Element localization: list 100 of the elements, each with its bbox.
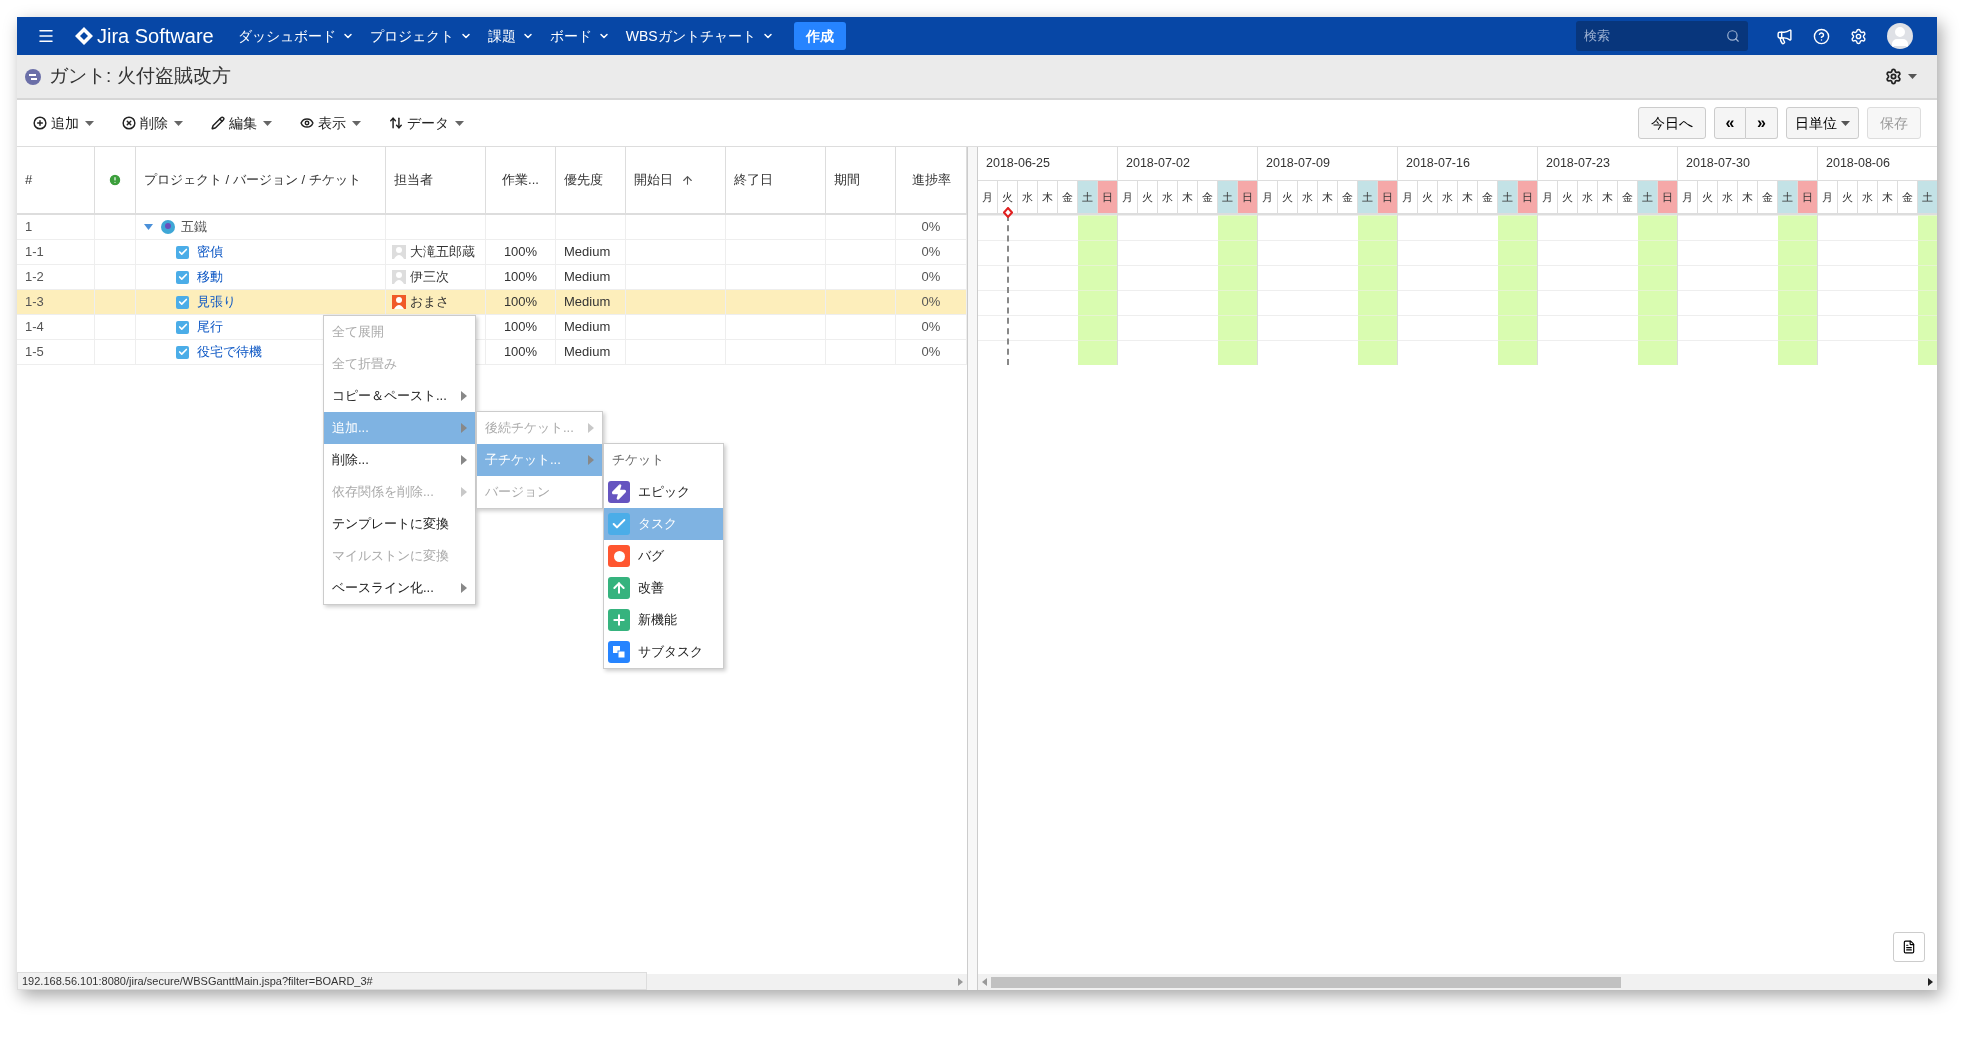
day-header: 日	[1378, 181, 1398, 213]
today-button[interactable]: 今日へ	[1638, 107, 1706, 139]
assignee-name: おまさ	[410, 293, 449, 311]
task-icon	[176, 345, 189, 359]
megaphone-icon[interactable]	[1776, 27, 1793, 45]
column-header[interactable]: 期間	[834, 170, 860, 190]
menu-item[interactable]: ベースライン化...	[324, 572, 475, 604]
collapse-toggle-icon[interactable]	[144, 224, 153, 230]
nav-menu[interactable]: 課題	[479, 25, 542, 47]
menu-item[interactable]: 新機能	[604, 604, 723, 636]
ticket-link[interactable]: 見張り	[197, 292, 236, 312]
lightning-icon	[608, 481, 630, 503]
column-header[interactable]: 作業...	[502, 170, 539, 190]
column-header[interactable]: 終了日	[734, 170, 773, 190]
search-field[interactable]: 検索	[1576, 21, 1748, 51]
search-icon	[1726, 29, 1740, 43]
toolbar-menu-button[interactable]: 編集	[211, 112, 272, 134]
priority-text: Medium	[564, 243, 611, 262]
table-row[interactable]: 1-2 移動 伊三次 100% Medium 0%	[17, 265, 967, 290]
x-circle-icon	[122, 116, 136, 130]
scroll-right-arrow-icon[interactable]	[1928, 978, 1933, 986]
day-header: 土	[1918, 181, 1937, 213]
day-header: 土	[1498, 181, 1518, 213]
column-header[interactable]: 開始日	[634, 170, 673, 190]
menu-icon[interactable]	[37, 27, 55, 45]
row-number: 1-4	[25, 318, 44, 337]
nav-menu[interactable]: WBSガントチャート	[617, 25, 782, 47]
caret-icon	[174, 120, 183, 126]
toolbar-menu-button[interactable]: 表示	[300, 112, 361, 134]
toolbar-menu-button[interactable]: 削除	[122, 112, 183, 134]
week-date: 2018-08-06	[1826, 155, 1890, 173]
column-header[interactable]: 優先度	[564, 170, 603, 190]
project-name[interactable]: 五鐵	[181, 217, 207, 237]
toolbar-menu-button[interactable]: 追加	[33, 112, 94, 134]
week-date: 2018-07-23	[1546, 155, 1610, 173]
row-number: 1-2	[25, 268, 44, 287]
nav-menu[interactable]: プロジェクト	[361, 25, 480, 47]
help-icon[interactable]	[1813, 27, 1830, 45]
diamond-logo-icon	[75, 27, 93, 45]
progress-percent: 0%	[921, 293, 941, 312]
avatar[interactable]	[1887, 23, 1913, 49]
priority-text: Medium	[564, 343, 611, 362]
create-button[interactable]: 作成	[793, 22, 846, 50]
table-row[interactable]: 1-3 見張り おまさ 100% Medium 0%	[17, 290, 967, 315]
task-icon	[176, 295, 189, 309]
priority-text: Medium	[564, 318, 611, 337]
day-header: 日	[1798, 181, 1818, 213]
day-header: 土	[1638, 181, 1658, 213]
row-number: 1-5	[25, 343, 44, 362]
scrollbar[interactable]	[978, 974, 1937, 990]
day-header: 土	[1078, 181, 1098, 213]
column-header[interactable]: 担当者	[394, 170, 433, 190]
row-number: 1-1	[25, 243, 44, 262]
next-button[interactable]: »	[1746, 107, 1778, 139]
column-header[interactable]: 進捗率	[911, 170, 951, 190]
work-percent: 100%	[503, 293, 538, 312]
week-date: 2018-07-02	[1126, 155, 1190, 173]
menu-item[interactable]: コピー＆ペースト...	[324, 380, 475, 412]
task-icon	[176, 320, 189, 334]
menu-item[interactable]: テンプレートに変換	[324, 508, 475, 540]
scrollbar-thumb[interactable]	[991, 976, 1621, 988]
menu-item[interactable]: 削除...	[324, 444, 475, 476]
column-header[interactable]: #	[25, 170, 33, 190]
column-header[interactable]: プロジェクト / バージョン / チケット	[144, 170, 361, 190]
ticket-link[interactable]: 密偵	[197, 242, 223, 262]
menu-item[interactable]: バグ	[604, 540, 723, 572]
nav-menu[interactable]: ボード	[541, 25, 618, 47]
menu-item[interactable]: エピック	[604, 476, 723, 508]
gantt-icon	[25, 68, 41, 85]
document-icon	[1902, 940, 1916, 954]
brand-name[interactable]: Jira Software	[97, 21, 214, 51]
work-percent: 100%	[503, 343, 538, 362]
nav-menu[interactable]: ダッシュボード	[229, 25, 362, 47]
ticket-link[interactable]: 役宅で待機	[197, 342, 262, 362]
caret-icon	[455, 120, 464, 126]
project-icon	[161, 220, 175, 234]
progress-percent: 0%	[921, 343, 941, 362]
unit-dropdown[interactable]: 日単位	[1786, 107, 1859, 139]
toolbar-menu-button[interactable]: データ	[389, 112, 464, 134]
up-down-arrows-icon	[389, 116, 403, 130]
eye-icon	[300, 116, 314, 130]
table-row[interactable]: 1 五鐵 0%	[17, 215, 967, 240]
export-button[interactable]	[1893, 932, 1925, 962]
task-icon	[176, 245, 189, 259]
ticket-link[interactable]: 尾行	[197, 317, 223, 337]
plus-icon	[608, 609, 630, 631]
settings-icon[interactable]	[1850, 27, 1867, 45]
menu-item[interactable]: サブタスク	[604, 636, 723, 668]
pencil-icon	[211, 116, 225, 130]
caret-icon	[85, 120, 94, 126]
progress-percent: 0%	[921, 318, 941, 337]
previous-button[interactable]: «	[1714, 107, 1746, 139]
row-number: 1-3	[25, 293, 44, 312]
menu-header: チケット	[612, 451, 664, 470]
table-row[interactable]: 1-1 密偵 大滝五郎蔵 100% Medium 0%	[17, 240, 967, 265]
menu-item[interactable]: 改善	[604, 572, 723, 604]
week-date: 2018-07-16	[1406, 155, 1470, 173]
ticket-link[interactable]: 移動	[197, 267, 223, 287]
settings-menu-button[interactable]	[1885, 68, 1917, 85]
progress-percent: 0%	[921, 243, 941, 262]
